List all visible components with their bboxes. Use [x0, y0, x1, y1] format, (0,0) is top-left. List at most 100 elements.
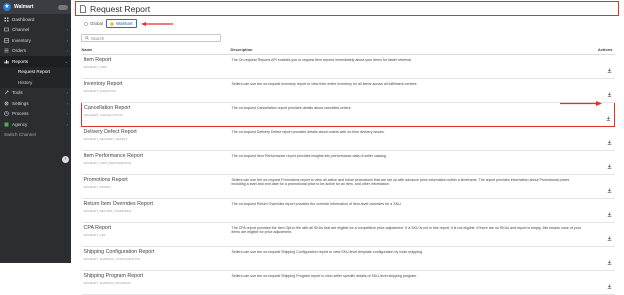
actions-cell — [590, 126, 615, 151]
tab-global[interactable]: Global — [81, 20, 106, 27]
dashboard-icon — [4, 17, 9, 22]
report-name-cell: Promotions Report WALMART_PROMO — [81, 174, 231, 199]
sidebar-subitem-request-report[interactable]: Request Report — [0, 66, 71, 77]
report-name[interactable]: Delivery Defect Report — [84, 129, 231, 135]
download-icon[interactable] — [607, 140, 612, 145]
sidebar-item-dashboard[interactable]: Dashboard — [0, 14, 71, 25]
actions-cell — [590, 174, 615, 199]
search-icon — [85, 36, 89, 40]
report-name[interactable]: Shipping Configuration Report — [84, 249, 231, 255]
collapse-sidebar-button[interactable]: ‹ — [62, 156, 69, 163]
tab-label: Walmart — [116, 21, 133, 26]
tab-walmart[interactable]: Walmart — [106, 19, 137, 28]
sidebar-item-tools[interactable]: Tools › — [0, 88, 71, 99]
download-icon[interactable] — [607, 188, 612, 193]
download-icon[interactable] — [607, 68, 612, 73]
download-icon[interactable] — [607, 164, 612, 169]
sidebar-item-label: Process — [12, 111, 29, 117]
column-header-actions: Actions — [590, 45, 615, 55]
report-name[interactable]: Return Item Overrides Report — [84, 201, 231, 207]
sidebar: ★ Walmart Dashboard Channel › Inventory … — [0, 0, 71, 263]
sidebar-item-channel[interactable]: Channel › — [0, 25, 71, 36]
download-icon[interactable] — [607, 92, 612, 97]
report-name-cell: Item Report WALMART_ITEM — [81, 54, 231, 79]
sidebar-item-reports[interactable]: Reports ⌄ — [0, 56, 71, 67]
actions-cell — [590, 270, 615, 295]
report-description: The On-request Reports API enables you t… — [230, 54, 591, 79]
switch-channel-label: Switch Channel — [4, 132, 36, 138]
sidebar-item-label: Inventory — [12, 37, 31, 43]
report-name-cell: Inventory Report WALMART_INVENTORY — [81, 78, 231, 103]
brand-name: Walmart — [14, 4, 34, 10]
table-row: Shipping Configuration Report WALMART_SHI… — [81, 246, 615, 271]
channel-toggle[interactable] — [58, 4, 68, 10]
actions-cell — [590, 246, 615, 271]
report-name[interactable]: CPA Report — [84, 225, 231, 231]
report-code: WALMART_PROMO — [83, 184, 111, 189]
chevron-down-icon: ⌄ — [64, 58, 68, 64]
search-placeholder: Search — [91, 35, 105, 41]
annotation-arrow — [560, 101, 602, 106]
sidebar-subitem-history[interactable]: History — [0, 77, 71, 88]
report-code: WALMART_DELIVERY_DEFECT — [83, 136, 128, 141]
chevron-right-icon: › — [66, 100, 68, 106]
report-name[interactable]: Cancellation Report — [84, 105, 231, 111]
table-row: Delivery Defect Report WALMART_DELIVERY_D… — [81, 126, 615, 151]
report-description: Sellers can use the on-request inventory… — [230, 78, 591, 103]
report-name[interactable]: Item Performance Report — [84, 153, 231, 159]
settings-icon — [4, 101, 9, 106]
sidebar-item-label: Reports — [12, 58, 29, 64]
search-input[interactable]: Search — [81, 34, 221, 42]
document-icon — [80, 4, 86, 13]
table-row: Promotions Report WALMART_PROMO Sellers ca… — [81, 174, 615, 199]
report-code: WALMART_CPA — [83, 232, 106, 237]
chevron-right-icon: › — [66, 48, 68, 54]
sidebar-item-label: Tools — [12, 90, 23, 96]
report-description: Sellers can use the on-request Shipping … — [230, 246, 591, 271]
download-icon[interactable] — [606, 116, 611, 121]
report-description: The on-request Delivery Defect report pr… — [230, 126, 591, 151]
annotation-arrow — [140, 21, 173, 26]
report-name[interactable]: Inventory Report — [84, 81, 231, 87]
chevron-right-icon: › — [66, 121, 68, 127]
report-code: WALMART_INVENTORY — [83, 88, 117, 93]
report-name-cell: Cancellation Report WALMART_CANCELLATION — [81, 101, 231, 127]
sidebar-item-label: Channel — [12, 27, 30, 33]
sidebar-item-settings[interactable]: Settings › — [0, 98, 71, 109]
report-name[interactable]: Shipping Program Report — [84, 273, 231, 279]
report-name-cell: Shipping Program Report WALMART_SHIPPING_… — [81, 270, 231, 295]
download-icon[interactable] — [607, 260, 612, 265]
channel-icon — [4, 27, 9, 32]
table-row: Return Item Overrides Report WALMART_RETU… — [81, 198, 615, 223]
chevron-right-icon: › — [66, 37, 68, 43]
report-name[interactable]: Promotions Report — [84, 177, 231, 183]
page-title: Request Report — [90, 3, 151, 14]
column-header-description: Description — [230, 45, 591, 55]
download-icon[interactable] — [607, 236, 612, 241]
download-icon[interactable] — [607, 212, 612, 217]
sidebar-item-orders[interactable]: Orders › — [0, 46, 71, 57]
report-code: WALMART_SHIPPING_CONFIGURATION — [83, 256, 141, 261]
download-icon[interactable] — [607, 284, 612, 289]
sidebar-item-label: Orders — [12, 48, 27, 54]
reports-icon — [4, 59, 9, 64]
sidebar-item-label: Dashboard — [12, 16, 35, 22]
orders-icon — [4, 48, 9, 53]
sidebar-item-inventory[interactable]: Inventory › — [0, 35, 71, 46]
report-name[interactable]: Item Report — [84, 57, 231, 63]
report-description: Sellers can use the on-request Shipping … — [230, 270, 591, 295]
sidebar-item-agency[interactable]: Agency › — [0, 119, 71, 130]
brand-header[interactable]: ★ Walmart — [0, 0, 71, 14]
tab-label: Global — [90, 21, 104, 26]
sidebar-nav: Dashboard Channel › Inventory › Orders ›… — [0, 14, 71, 140]
report-code: WALMART_CANCELLATION — [84, 112, 123, 117]
switch-channel-link[interactable]: Switch Channel — [0, 130, 71, 141]
actions-cell — [590, 54, 615, 79]
table-row: Inventory Report WALMART_INVENTORY Sellers… — [81, 78, 615, 103]
report-code: WALMART_SHIPPING_PROGRAM — [83, 280, 131, 285]
sidebar-item-label: Settings — [12, 100, 29, 106]
report-name-cell: Return Item Overrides Report WALMART_RETU… — [81, 198, 231, 223]
walmart-logo: ★ — [3, 3, 11, 11]
report-description: The on-request Return Overrides report p… — [230, 198, 591, 223]
sidebar-item-process[interactable]: Process › — [0, 109, 71, 120]
